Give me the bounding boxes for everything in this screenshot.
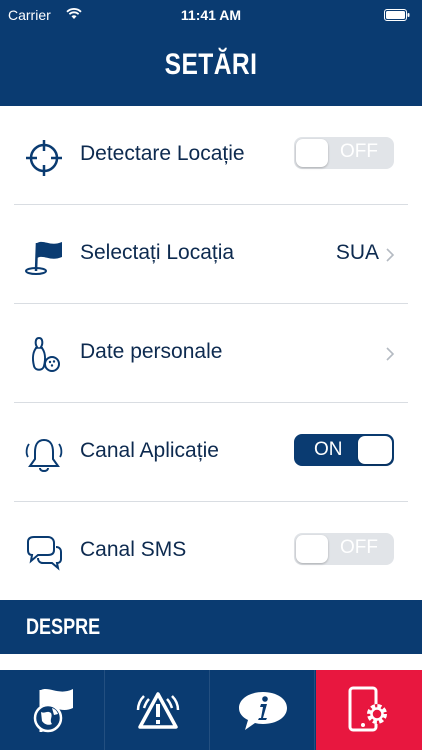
tab-home[interactable] (0, 670, 105, 750)
chevron-right-icon (386, 248, 395, 262)
chat-bubbles-icon (27, 536, 62, 571)
setting-row-sms-channel[interactable]: Canal SMS OFF (0, 502, 422, 601)
bowling-pins-icon (32, 336, 60, 372)
bell-icon (25, 438, 63, 472)
top-bar: Carrier 11:41 AM SETĂRI (0, 0, 422, 106)
toggle-knob (358, 436, 392, 464)
tab-settings[interactable] (316, 670, 422, 750)
section-title: DESPRE (26, 614, 101, 639)
setting-label: Canal Aplicație (80, 439, 219, 462)
section-header-about[interactable]: DESPRE (0, 600, 422, 654)
setting-row-personal-data[interactable]: Date personale (0, 304, 422, 403)
info-chat-icon (239, 692, 287, 730)
tab-info[interactable] (210, 670, 315, 750)
clock: 11:41 AM (180, 7, 242, 23)
warning-alert-icon (136, 692, 180, 729)
selected-location-value: SUA (335, 241, 379, 264)
setting-label: Canal SMS (80, 538, 187, 561)
page-title: SETĂRI (164, 48, 258, 81)
tab-bar (0, 670, 422, 750)
toggle-state-label: OFF (340, 141, 378, 162)
toggle-knob (296, 535, 328, 563)
toggle-state-label: ON (314, 439, 343, 460)
setting-label: Selectați Locația (80, 241, 235, 264)
globe-flag-icon (33, 689, 73, 733)
sms-channel-toggle[interactable]: OFF (294, 533, 394, 565)
detect-location-toggle[interactable]: OFF (294, 137, 394, 169)
toggle-knob (296, 139, 328, 167)
app-channel-toggle[interactable]: ON (294, 434, 394, 466)
tab-alerts[interactable] (105, 670, 210, 750)
setting-row-app-channel[interactable]: Canal Aplicație ON (0, 403, 422, 502)
status-bar: Carrier 11:41 AM (0, 0, 422, 30)
crosshair-icon (26, 140, 62, 176)
setting-row-select-location[interactable]: Selectați Locația SUA (0, 205, 422, 304)
battery-icon (384, 9, 410, 21)
setting-row-detect-location[interactable]: Detectare Locație OFF (0, 106, 422, 205)
setting-label: Detectare Locație (80, 142, 245, 165)
settings-device-icon (348, 686, 387, 732)
toggle-state-label: OFF (340, 537, 378, 558)
chevron-right-icon (386, 347, 395, 361)
flag-icon (25, 241, 62, 275)
setting-label: Date personale (80, 340, 223, 363)
